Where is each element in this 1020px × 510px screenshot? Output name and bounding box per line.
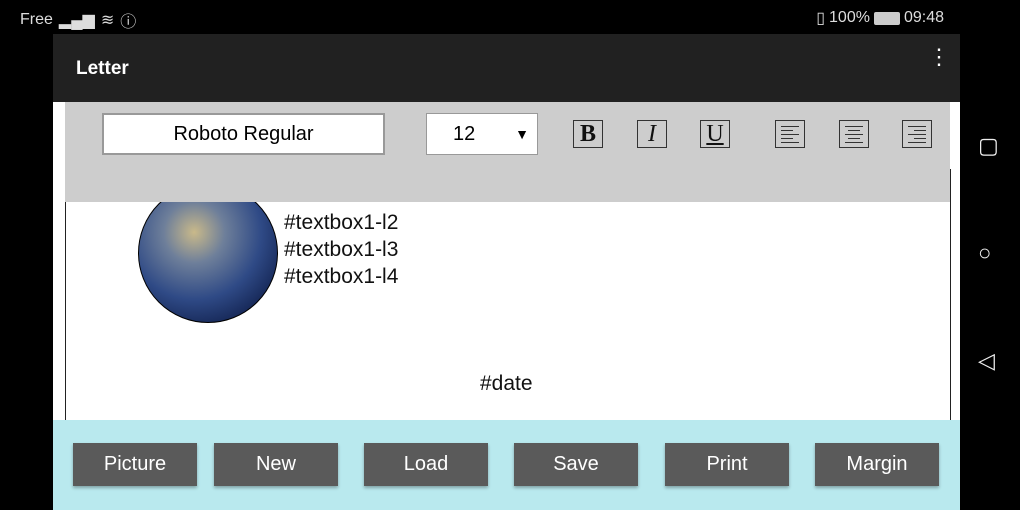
status-bar: Free ▂▄▆ ≋ ⓘ ▯ 100% 09:48 [0,0,1020,34]
align-right-button[interactable] [902,120,932,148]
font-selector[interactable]: Roboto Regular [102,113,385,155]
textbox-line[interactable]: #textbox1-l2 [284,209,403,236]
align-center-button[interactable] [839,120,869,148]
date-field[interactable]: #date [480,372,533,396]
home-nav-icon[interactable]: ○ [978,240,991,266]
picture-button[interactable]: Picture [73,443,197,486]
app-window: Letter ⋮ #Textbox1-l1 #textbox1-l2 #text… [53,34,960,510]
battery-icon [873,11,900,25]
margin-button[interactable]: Margin [815,443,939,486]
italic-button[interactable]: I [637,120,667,148]
align-left-button[interactable] [775,120,805,148]
save-button[interactable]: Save [514,443,638,486]
clock: 09:48 [903,9,944,26]
recents-nav-icon[interactable]: ▢ [978,133,999,159]
back-nav-icon[interactable]: ◁ [978,348,995,374]
bold-button[interactable]: B [573,120,603,148]
print-button[interactable]: Print [665,443,789,486]
earth-picture[interactable] [138,183,278,323]
carrier: Free [20,11,53,28]
format-toolbar: Roboto Regular 12 ▼ B I U [65,102,950,202]
more-options-icon[interactable]: ⋮ [928,46,950,68]
battery-percent: 100% [829,9,870,26]
textbox-line[interactable]: #textbox1-l3 [284,236,403,263]
underline-button[interactable]: U [700,120,730,148]
font-size-select[interactable]: 12 ▼ [426,113,538,155]
textbox-line[interactable]: #textbox1-l4 [284,263,403,290]
vibrate-icon: ▯ [816,10,826,27]
signal-icon: ▂▄▆ [58,12,95,29]
dropdown-arrow-icon: ▼ [515,126,529,142]
font-size-value: 12 [453,123,476,145]
app-title: Letter [76,58,129,79]
button-bar: Picture New Load Save Print Margin [53,420,960,510]
wifi-icon: ≋ [100,12,115,29]
load-button[interactable]: Load [364,443,488,486]
notification-icon: ⓘ [120,14,137,31]
app-bar: Letter ⋮ [53,34,960,102]
document-area[interactable]: #Textbox1-l1 #textbox1-l2 #textbox1-l3 #… [65,169,951,429]
new-button[interactable]: New [214,443,338,486]
